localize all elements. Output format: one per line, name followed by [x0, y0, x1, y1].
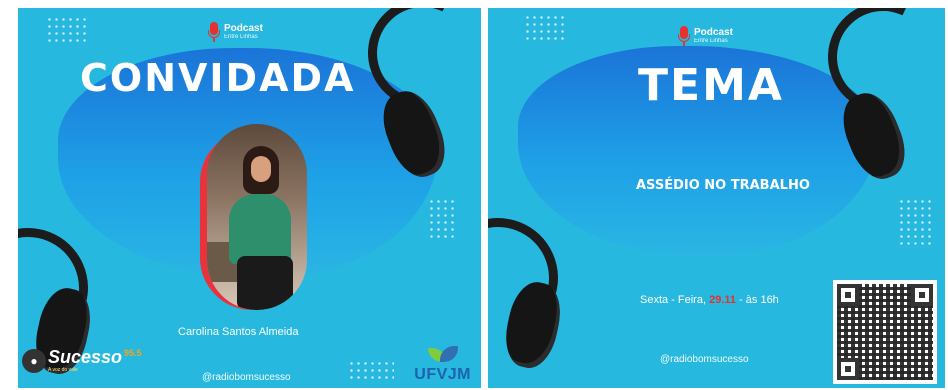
podcast-logo-subtitle: Entre Linhas [224, 34, 258, 40]
microphone-icon [678, 26, 690, 46]
headphone-icon [808, 8, 945, 202]
qr-code-icon[interactable] [833, 280, 937, 384]
schedule-text: Sexta - Feira, 29.11 - às 16h [640, 294, 779, 306]
guest-name: Carolina Santos Almeida [178, 326, 299, 338]
podcast-logo: Podcast Entre Linhas [678, 26, 733, 46]
podcast-logo-subtitle: Entre Linhas [694, 38, 728, 44]
user-avatar-icon: ● [22, 348, 46, 373]
guest-photo [207, 124, 307, 310]
station-frequency: 95.5 [124, 348, 142, 358]
social-handle: @radiobomsucesso [202, 372, 291, 383]
ufvjm-text: UFVJM [414, 366, 471, 383]
station-name: Sucesso [48, 347, 123, 367]
decorative-dots [524, 14, 568, 40]
social-handle: @radiobomsucesso [660, 354, 749, 365]
topic-panel: Podcast Entre Linhas TEMA ASSÉDIO NO TRA… [488, 8, 945, 388]
headphone-icon [488, 208, 588, 388]
podcast-logo-title: Podcast [694, 27, 733, 38]
decorative-dots [898, 198, 934, 246]
topic-heading: TEMA [638, 60, 784, 111]
microphone-icon [208, 22, 220, 42]
podcast-logo: Podcast Entre Linhas [208, 22, 263, 42]
podcast-logo-title: Podcast [224, 23, 263, 34]
headphone-icon [348, 8, 481, 198]
decorative-dots [348, 360, 394, 380]
schedule-date: 29.11 [709, 294, 736, 306]
ufvjm-logo: UFVJM [414, 346, 471, 384]
leaf-icon [427, 346, 458, 366]
topic-title: ASSÉDIO NO TRABALHO [636, 178, 810, 193]
station-tagline: A voz do vale [48, 367, 78, 373]
guest-panel: Podcast Entre Linhas CONVIDADA Carolina … [18, 8, 481, 388]
station-logo: ● Sucesso 95.5 A voz do vale [22, 348, 142, 373]
schedule-prefix: Sexta - Feira, [640, 294, 710, 306]
guest-heading: CONVIDADA [80, 56, 356, 100]
decorative-dots [46, 16, 90, 42]
schedule-suffix: - às 16h [736, 294, 779, 306]
decorative-dots [428, 198, 458, 242]
